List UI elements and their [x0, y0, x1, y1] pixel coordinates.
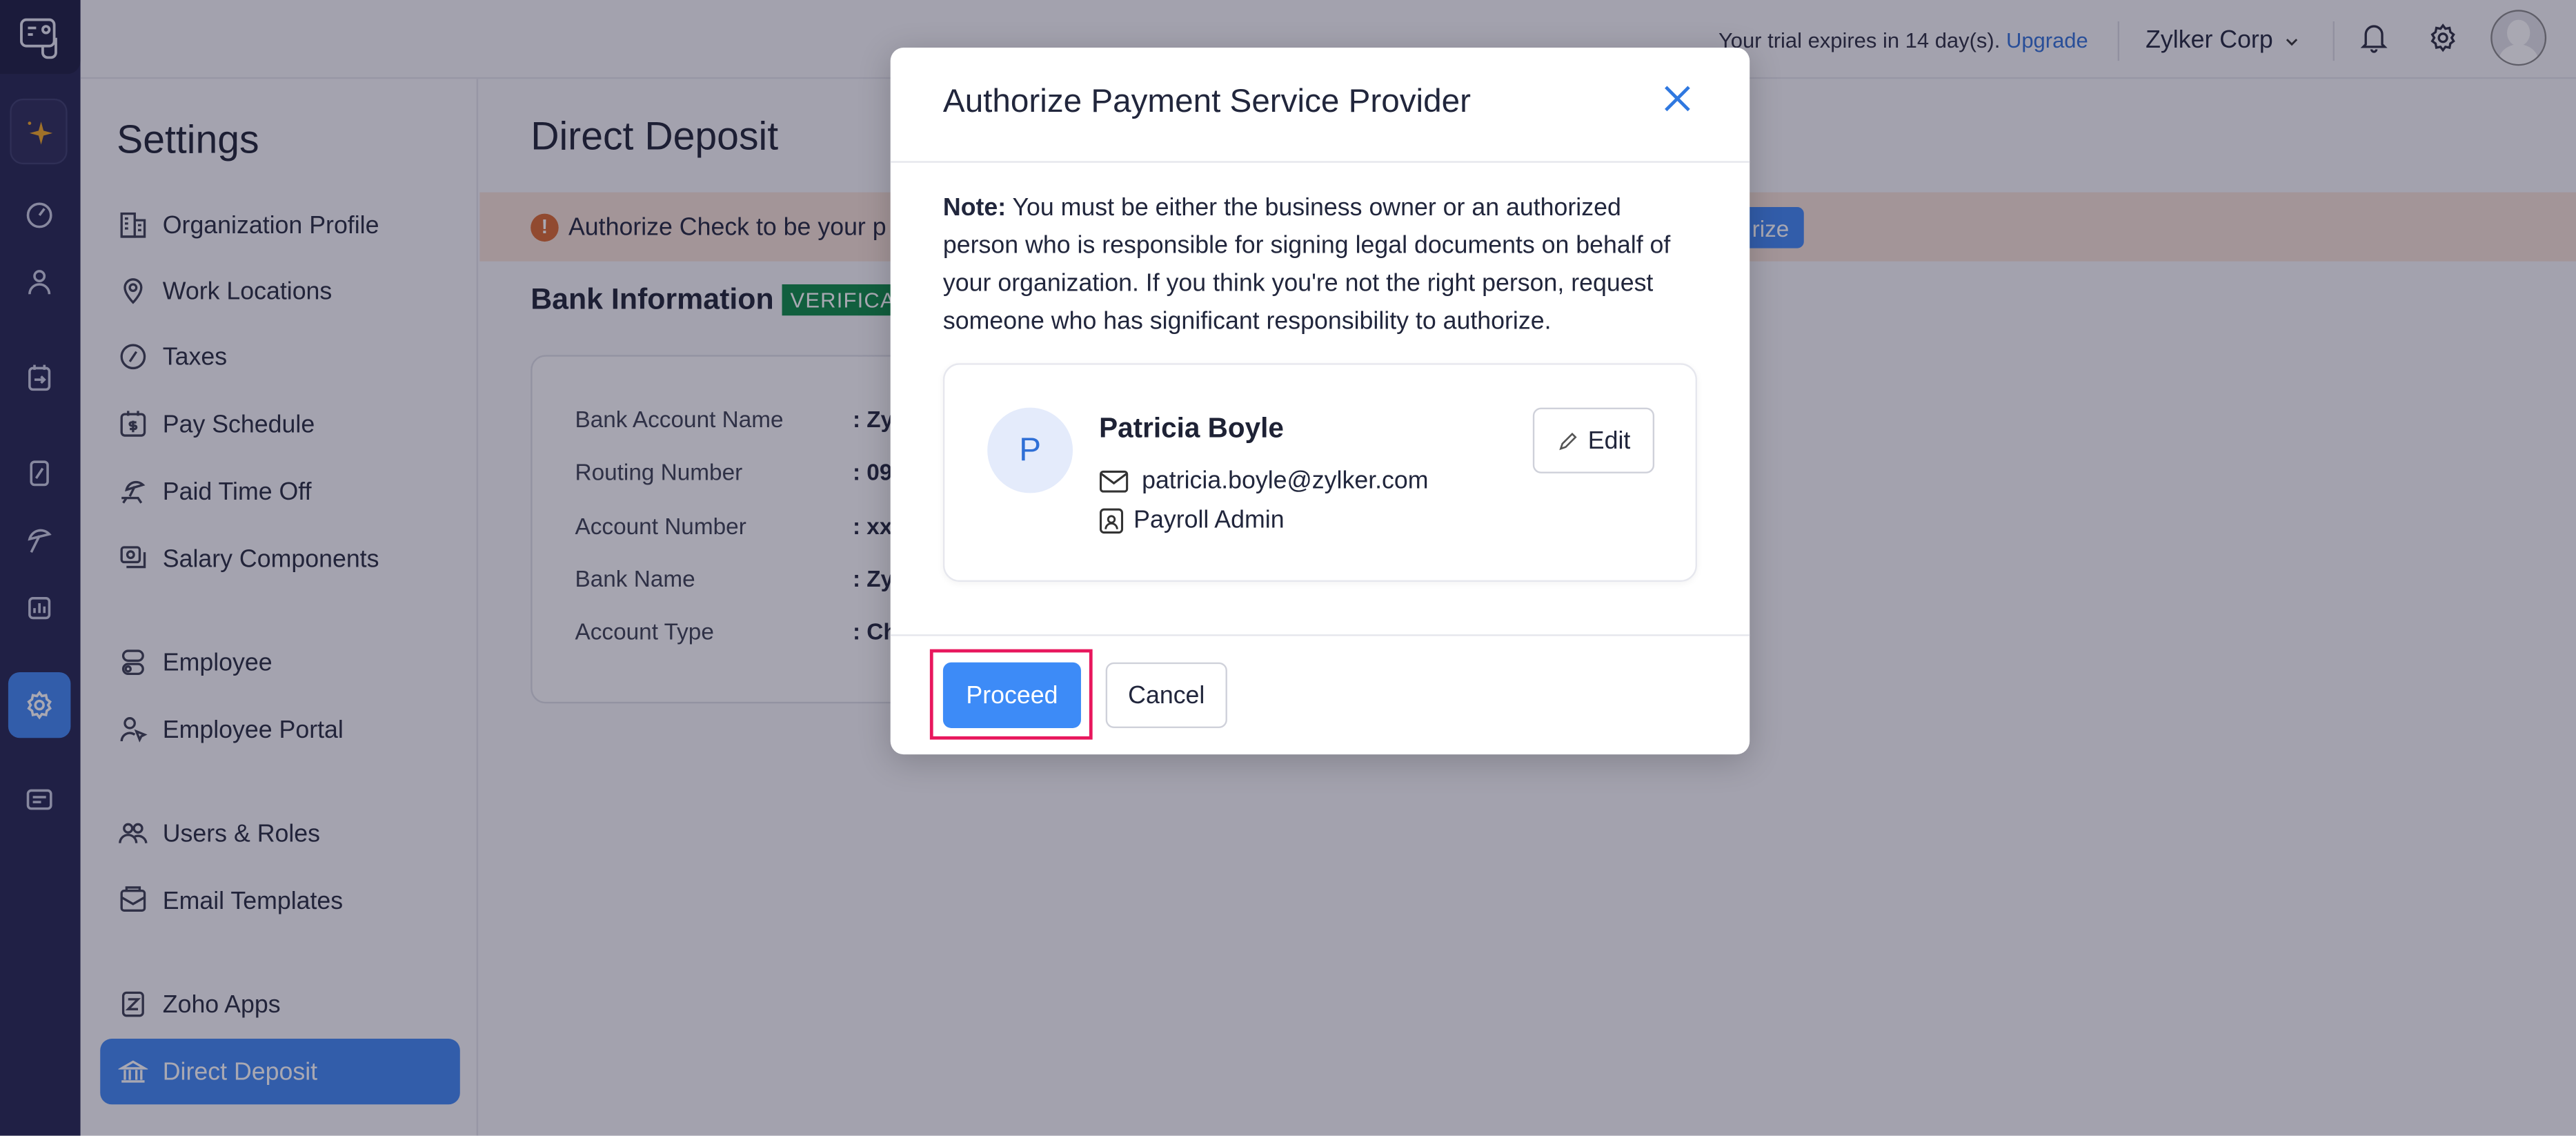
cancel-button[interactable]: Cancel	[1105, 662, 1227, 728]
person-email: patricia.boyle@zylker.com	[1142, 467, 1429, 495]
edit-button[interactable]: Edit	[1532, 407, 1655, 473]
modal-title: Authorize Payment Service Provider	[942, 84, 1471, 120]
person-avatar: P	[987, 407, 1073, 493]
divider	[890, 634, 1750, 636]
person-role: Payroll Admin	[1133, 506, 1285, 534]
authorize-modal: Authorize Payment Service Provider Note:…	[890, 48, 1750, 755]
person-name: Patricia Boyle	[1099, 412, 1284, 444]
pencil-icon	[1558, 431, 1576, 450]
edit-label: Edit	[1587, 426, 1631, 455]
note-label: Note:	[942, 194, 1007, 222]
person-card: P Patricia Boyle patricia.boyle@zylker.c…	[942, 363, 1697, 582]
proceed-button[interactable]: Proceed	[942, 662, 1081, 728]
note: Note: You must be either the business ow…	[943, 189, 1702, 340]
divider	[890, 161, 1750, 163]
note-text: You must be either the business owner or…	[942, 194, 1671, 335]
mail-icon	[1099, 469, 1129, 492]
id-badge-icon	[1099, 507, 1124, 533]
close-icon[interactable]	[1663, 84, 1692, 113]
